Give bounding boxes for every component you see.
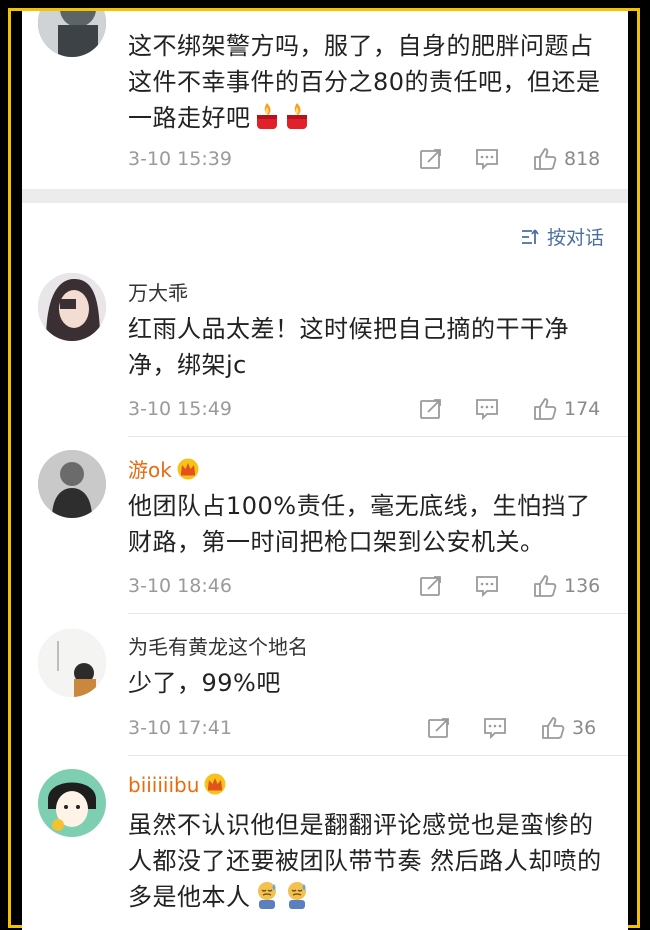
repost-button[interactable] — [418, 394, 444, 424]
avatar[interactable] — [38, 629, 106, 697]
comment-list: 这不绑架警方吗，服了，自身的肥胖问题占这件不幸事件的百分之80的责任吧，但还是一… — [22, 11, 628, 930]
comment-text: 少了，99%吧 — [128, 669, 281, 697]
username[interactable]: biiiiiibu — [128, 773, 227, 797]
repost-button[interactable] — [418, 571, 444, 601]
divider — [128, 755, 628, 756]
comment-text: 虽然不认识他但是翻翻评论感觉也是蛮惨的人都没了还要被团队带节奏 然后路人却喷的多… — [128, 811, 602, 911]
username[interactable]: 万大乖 — [128, 277, 188, 306]
avatar[interactable] — [38, 769, 106, 837]
like-icon — [534, 148, 557, 170]
dialog-sort-icon — [521, 228, 539, 244]
comment-time: 3-10 18:46 — [128, 575, 232, 597]
comment-meta: 3-10 18:46 136 — [128, 571, 608, 601]
dialog-sort-toggle[interactable]: 按对话 — [520, 223, 604, 250]
comment-icon — [484, 718, 506, 740]
comment-meta: 3-10 17:41 36 — [128, 713, 608, 743]
divider — [128, 436, 628, 437]
comment-button[interactable] — [482, 713, 508, 743]
section-divider — [22, 189, 628, 203]
avatar[interactable] — [38, 11, 106, 57]
divider — [128, 613, 628, 614]
comment-icon — [476, 576, 498, 598]
crown-badge-icon — [176, 458, 200, 480]
like-count: 36 — [572, 717, 597, 739]
crown-badge-icon — [203, 773, 227, 795]
comment-text: 这不绑架警方吗，服了，自身的肥胖问题占这件不幸事件的百分之80的责任吧，但还是一… — [128, 32, 601, 132]
like-button[interactable]: 36 — [540, 713, 596, 743]
comment-button[interactable] — [474, 571, 500, 601]
comment-meta: 3-10 15:49 174 — [128, 394, 608, 424]
comment-icon — [476, 149, 498, 171]
comment-time: 3-10 15:49 — [128, 398, 232, 420]
like-button[interactable]: 174 — [532, 394, 600, 424]
like-button[interactable]: 818 — [532, 144, 600, 174]
username[interactable]: 游ok — [128, 454, 200, 483]
repost-icon — [428, 718, 449, 738]
comment-button[interactable] — [474, 394, 500, 424]
like-icon — [534, 398, 557, 420]
avatar[interactable] — [38, 273, 106, 341]
comment-text: 他团队占100%责任，毫无底线，生怕挡了财路，第一时间把枪口架到公安机关。 — [128, 492, 591, 556]
like-count: 818 — [564, 148, 601, 170]
candle-emoji — [283, 101, 311, 131]
repost-icon — [420, 576, 441, 596]
like-count: 136 — [564, 575, 601, 597]
sweat-emoji — [253, 880, 281, 910]
like-icon — [542, 717, 565, 739]
repost-button[interactable] — [426, 713, 452, 743]
like-count: 174 — [564, 398, 601, 420]
sweat-emoji — [283, 880, 311, 910]
repost-icon — [420, 399, 441, 419]
comment-icon — [476, 399, 498, 421]
comment-time: 3-10 15:39 — [128, 148, 232, 170]
candle-emoji — [253, 101, 281, 131]
comment-text: 红雨人品太差！这时候把自己摘的干干净净，绑架jc — [128, 315, 569, 379]
dialog-sort-label: 按对话 — [546, 227, 604, 249]
like-icon — [534, 575, 557, 597]
comment-meta: 3-10 15:39 818 — [128, 144, 608, 174]
repost-button[interactable] — [418, 144, 444, 174]
repost-icon — [420, 149, 441, 169]
comment-button[interactable] — [474, 144, 500, 174]
like-button[interactable]: 136 — [532, 571, 600, 601]
avatar[interactable] — [38, 450, 106, 518]
username[interactable]: 为毛有黄龙这个地名 — [128, 631, 308, 660]
comment-time: 3-10 17:41 — [128, 717, 232, 739]
